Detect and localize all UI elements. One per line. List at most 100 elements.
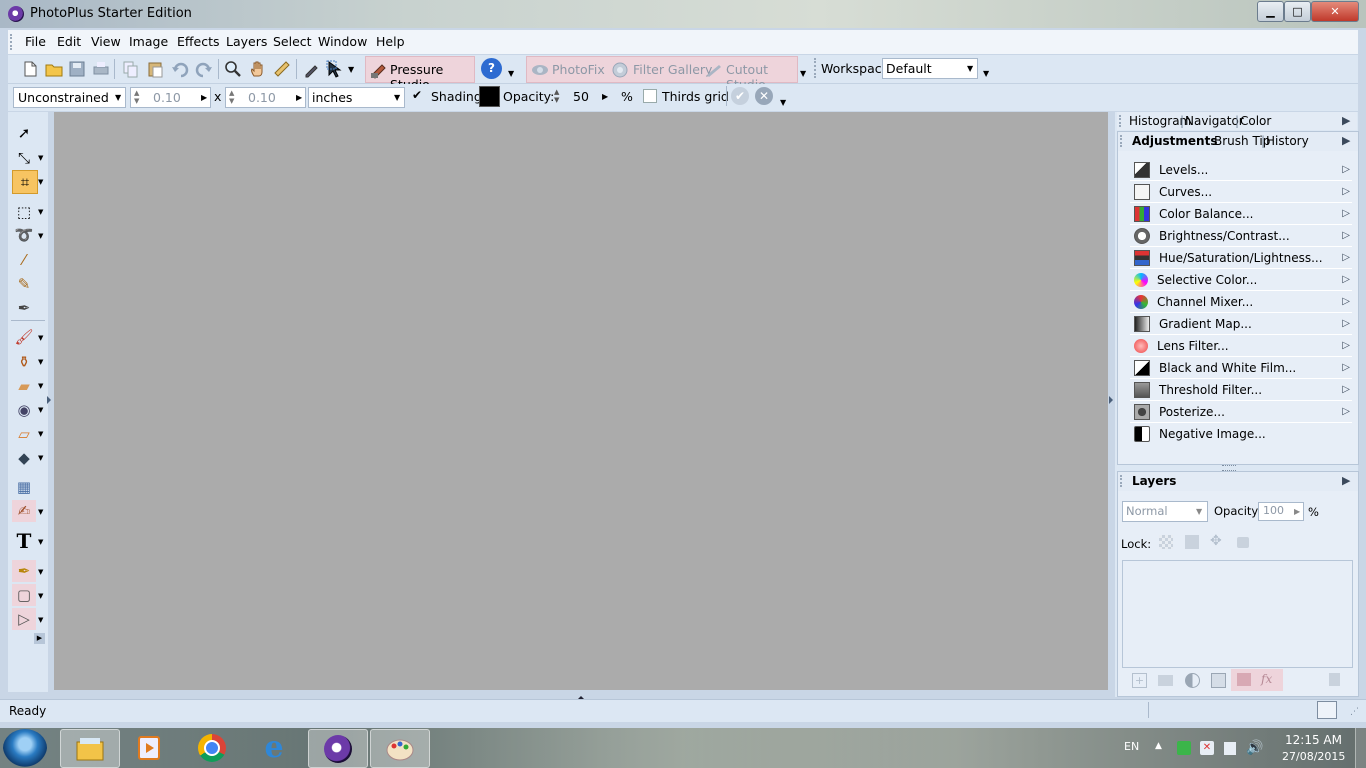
toolbar-grip[interactable] xyxy=(814,58,819,78)
spinner-icon[interactable]: ▲ ▼ xyxy=(229,89,234,105)
adjustment-selective-color[interactable]: Selective Color... ▷ xyxy=(1130,269,1352,291)
smudge-tool-icon[interactable]: ✍ xyxy=(12,500,36,522)
adjustment-posterize[interactable]: Posterize... ▷ xyxy=(1130,401,1352,423)
help-icon[interactable]: ? xyxy=(481,58,502,79)
expand-panel-icon[interactable]: ▶ xyxy=(1342,474,1350,487)
filter-gallery-icon[interactable] xyxy=(611,61,629,79)
ruler-icon[interactable] xyxy=(273,60,291,78)
fit-window-icon[interactable] xyxy=(1317,701,1337,719)
chevron-right-icon[interactable]: ▷ xyxy=(1342,186,1350,197)
shading-color-swatch[interactable] xyxy=(479,86,500,107)
adjustment-curves[interactable]: Curves... ▷ xyxy=(1130,181,1352,203)
eraser-icon[interactable]: ▱ xyxy=(12,423,36,445)
taskbar-paint[interactable] xyxy=(370,729,430,768)
chevron-right-icon[interactable]: ▷ xyxy=(1342,296,1350,307)
layers-list[interactable] xyxy=(1122,560,1353,668)
tool-flyout-arrow[interactable]: ▼ xyxy=(38,508,43,516)
menu-effects[interactable]: Effects xyxy=(177,34,220,49)
tool-flyout-arrow[interactable]: ▼ xyxy=(38,232,43,240)
tool-flyout-arrow[interactable]: ▼ xyxy=(38,454,43,462)
commit-check-icon[interactable]: ✔ xyxy=(731,87,749,105)
new-group-icon[interactable] xyxy=(1158,675,1173,686)
undo-icon[interactable] xyxy=(171,60,189,78)
photofix-icon[interactable] xyxy=(531,61,549,79)
close-button[interactable]: ✕ xyxy=(1311,1,1359,22)
tool-flyout-arrow[interactable]: ▼ xyxy=(38,178,43,186)
pen-tool-icon[interactable]: ✒ xyxy=(12,560,36,582)
lasso-tool-icon[interactable]: ➰ xyxy=(12,224,36,246)
rectangle-selection-icon[interactable]: ⬚ xyxy=(12,201,36,223)
minimize-button[interactable]: ▁ xyxy=(1257,1,1284,22)
adjustment-bw-film[interactable]: Black and White Film... ▷ xyxy=(1130,357,1352,379)
mesh-warp-icon[interactable]: ▦ xyxy=(12,476,36,498)
clock-date[interactable]: 27/08/2015 xyxy=(1282,750,1345,763)
pen-pressure-icon[interactable] xyxy=(303,60,321,78)
paste-icon[interactable] xyxy=(146,60,164,78)
layer-mask-icon[interactable] xyxy=(1211,673,1226,688)
menu-edit[interactable]: Edit xyxy=(57,34,81,49)
selection-brush-icon[interactable]: ✎ xyxy=(12,273,36,295)
clone-stamp-icon[interactable]: ⚱ xyxy=(12,351,36,373)
chevron-right-icon[interactable]: ▶ xyxy=(201,93,207,102)
redo-icon[interactable] xyxy=(195,60,213,78)
crop-width-field[interactable]: ▲ ▼ 0.10 ▶ xyxy=(130,87,211,108)
spinner-icon[interactable]: ▲ ▼ xyxy=(134,89,139,105)
menu-layers[interactable]: Layers xyxy=(226,34,267,49)
shape-tool-icon[interactable]: ▢ xyxy=(12,584,36,606)
open-folder-icon[interactable] xyxy=(45,60,63,78)
bandage-icon[interactable]: ▰ xyxy=(12,375,36,397)
menubar-grip[interactable] xyxy=(10,34,15,50)
taskbar-chrome[interactable] xyxy=(183,729,241,766)
context-overflow-arrow[interactable]: ▼ xyxy=(780,98,786,107)
copy-icon[interactable] xyxy=(121,60,139,78)
adjustment-threshold[interactable]: Threshold Filter... ▷ xyxy=(1130,379,1352,401)
pressure-studio-button[interactable]: Pressure Studio xyxy=(365,56,475,92)
menu-window[interactable]: Window xyxy=(318,34,367,49)
chevron-right-icon[interactable]: ▶ xyxy=(1294,507,1300,516)
action-center-icon[interactable]: ✕ xyxy=(1200,741,1214,755)
adjustment-channel-mixer[interactable]: Channel Mixer... ▷ xyxy=(1130,291,1352,313)
adjustment-levels[interactable]: Levels... ▷ xyxy=(1130,159,1352,181)
fx-icon[interactable]: fx xyxy=(1261,672,1272,686)
lock-all-icon[interactable] xyxy=(1237,537,1249,548)
shading-checkbox[interactable]: ✔ xyxy=(412,89,425,102)
lock-transparency-icon[interactable] xyxy=(1159,535,1173,549)
chevron-right-icon[interactable]: ▶ xyxy=(296,93,302,102)
taskbar-internet-explorer[interactable]: e xyxy=(245,729,303,766)
removable-device-icon[interactable] xyxy=(1224,742,1236,755)
magic-wand-icon[interactable]: ⁄ xyxy=(12,249,36,271)
chevron-right-icon[interactable]: ▷ xyxy=(1342,384,1350,395)
tool-flyout-arrow[interactable]: ▼ xyxy=(38,406,43,414)
fill-bucket-icon[interactable]: ◆ xyxy=(12,447,36,469)
tool-flyout-arrow[interactable]: ▼ xyxy=(38,334,43,342)
layer-opacity-field[interactable]: 100 ▶ xyxy=(1258,502,1304,521)
adjustment-hue-saturation[interactable]: Hue/Saturation/Lightness... ▷ xyxy=(1130,247,1352,269)
taskbar-photoplus[interactable] xyxy=(308,729,368,768)
hand-pan-icon[interactable] xyxy=(249,60,267,78)
crop-constraint-select[interactable]: Unconstrained ▼ xyxy=(13,87,126,108)
tool-flyout-arrow[interactable]: ▼ xyxy=(38,592,43,600)
workspace-overflow-arrow[interactable]: ▼ xyxy=(983,69,989,78)
tab-color[interactable]: Color xyxy=(1240,114,1271,128)
toolbox-expand-icon[interactable]: ▶ xyxy=(34,633,45,644)
new-file-icon[interactable] xyxy=(21,60,39,78)
menu-file[interactable]: File xyxy=(25,34,46,49)
adjustment-negative[interactable]: Negative Image... xyxy=(1130,423,1352,444)
new-layer-icon[interactable]: + xyxy=(1132,673,1147,688)
chevron-right-icon[interactable]: ▷ xyxy=(1342,340,1350,351)
tab-history[interactable]: History xyxy=(1266,134,1309,148)
chevron-right-icon[interactable]: ▷ xyxy=(1342,164,1350,175)
crop-height-field[interactable]: ▲ ▼ 0.10 ▶ xyxy=(225,87,306,108)
blend-mode-select[interactable]: Normal ▼ xyxy=(1122,501,1208,522)
toolbar-overflow-arrow[interactable]: ▼ xyxy=(508,69,514,78)
studio-overflow-arrow[interactable]: ▼ xyxy=(800,69,806,78)
workspace-select[interactable]: Default ▼ xyxy=(882,58,978,79)
adjustment-brightness-contrast[interactable]: Brightness/Contrast... ▷ xyxy=(1130,225,1352,247)
menu-image[interactable]: Image xyxy=(129,34,168,49)
volume-icon[interactable]: 🔊 xyxy=(1246,740,1263,756)
right-panel-splitter[interactable] xyxy=(1108,380,1114,420)
menu-view[interactable]: View xyxy=(91,34,121,49)
text-tool-icon[interactable]: T xyxy=(12,529,36,553)
filter-gallery-button[interactable]: Filter Gallery xyxy=(633,62,712,77)
chevron-right-icon[interactable]: ▷ xyxy=(1342,406,1350,417)
